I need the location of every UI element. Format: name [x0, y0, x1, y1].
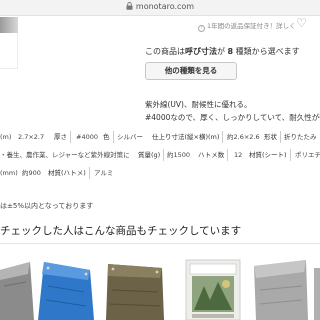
url-display[interactable]: monotaro.com	[0, 2, 320, 11]
lock-icon	[126, 2, 133, 10]
spec-cell: アルミ	[94, 169, 114, 177]
partial-product-image	[314, 268, 320, 320]
spec-label: 材質(シート)	[249, 149, 291, 161]
spec-cell: 約1500	[167, 151, 191, 159]
spec-label: 厚さ	[54, 131, 71, 143]
spec-cell: 12	[234, 151, 243, 159]
product-card-packaged-sheet[interactable]	[182, 256, 244, 320]
browser-url-bar[interactable]: monotaro.com	[0, 0, 320, 16]
spec-row-3: (mm) 約900 材質(ハトメ) アルミ	[0, 167, 320, 179]
spec-label: 材質(ハトメ)	[48, 167, 90, 179]
divider	[0, 243, 320, 244]
spec-label: 形状	[264, 131, 281, 143]
variants-suffix: 種類から選べます	[235, 47, 300, 56]
recommendations-title: チェックした人はこんな商品もチェックしています	[0, 225, 242, 237]
url-text: monotaro.com	[135, 2, 195, 11]
spec-cell: (m)	[0, 133, 12, 141]
description-line-1: 紫外線(UV)、耐候性に優れる。	[145, 100, 252, 109]
spec-cell: ポリエチ	[295, 151, 320, 159]
gray-sheet-image	[254, 260, 308, 320]
spec-cell: 約900	[22, 169, 41, 177]
heart-icon[interactable]: ♡	[296, 17, 307, 29]
spec-label: ハトメ数	[198, 149, 229, 161]
product-card-gray-sheet[interactable]	[252, 256, 310, 320]
product-image-frame	[0, 33, 18, 69]
spec-row-2: ・養生、農作業、レジャーなど紫外線対策に 質量(g) 約1500 ハトメ数 12…	[0, 149, 320, 161]
spec-cell: 折りたたみ	[284, 133, 317, 141]
spec-cell: ・養生、農作業、レジャーなど紫外線対策に	[0, 151, 130, 159]
spec-row-1: (m) 2.7×2.7 厚さ #4000 色 シルバー 仕上り寸法(縦×横)(m…	[0, 131, 320, 143]
spec-cell: 約2.6×2.6	[227, 133, 260, 141]
description-line-2: #4000なので、厚く、しっかりしていて、耐久性が強	[145, 113, 320, 122]
spec-label: 仕上り寸法(縦×横)(m)	[152, 131, 224, 143]
olive-sheet-image	[106, 264, 164, 320]
product-card-blue-sheet[interactable]	[38, 256, 96, 320]
product-header-strip: ? 1年間の返品保証付き！詳しく ♡	[0, 17, 320, 33]
spec-cell: #4000	[76, 133, 98, 141]
tolerance-note: は±5%以内となっております	[0, 202, 94, 210]
silver-sheet-image	[0, 262, 34, 320]
info-icon: ?	[198, 25, 205, 32]
spec-label: 色	[103, 131, 114, 143]
spec-cell: シルバー	[117, 133, 143, 141]
product-card-partial[interactable]	[314, 256, 320, 320]
variants-middle: が	[217, 47, 225, 56]
variants-info: この商品は呼び寸法が 8 種類から選べます	[145, 46, 300, 57]
view-other-variants-button[interactable]: 他の種類を見る	[145, 62, 237, 80]
spec-cell: 2.7×2.7	[18, 133, 45, 141]
variants-prefix: この商品は	[145, 47, 185, 56]
spec-label: 質量(g)	[138, 149, 165, 161]
blue-sheet-image	[38, 262, 94, 320]
spec-cell: (mm)	[0, 169, 18, 177]
packaged-sheet-image	[185, 259, 241, 320]
return-policy-text: 1年間の返品保証付き！詳しく	[207, 22, 296, 30]
return-policy-link[interactable]: ? 1年間の返品保証付き！詳しく	[198, 20, 296, 32]
variants-dimension: 呼び寸法	[185, 47, 217, 56]
product-image-thumbnail[interactable]	[0, 17, 18, 33]
variants-count: 8	[227, 47, 234, 56]
product-card-silver-sheet[interactable]	[0, 256, 34, 320]
product-card-olive-sheet[interactable]	[104, 256, 166, 320]
